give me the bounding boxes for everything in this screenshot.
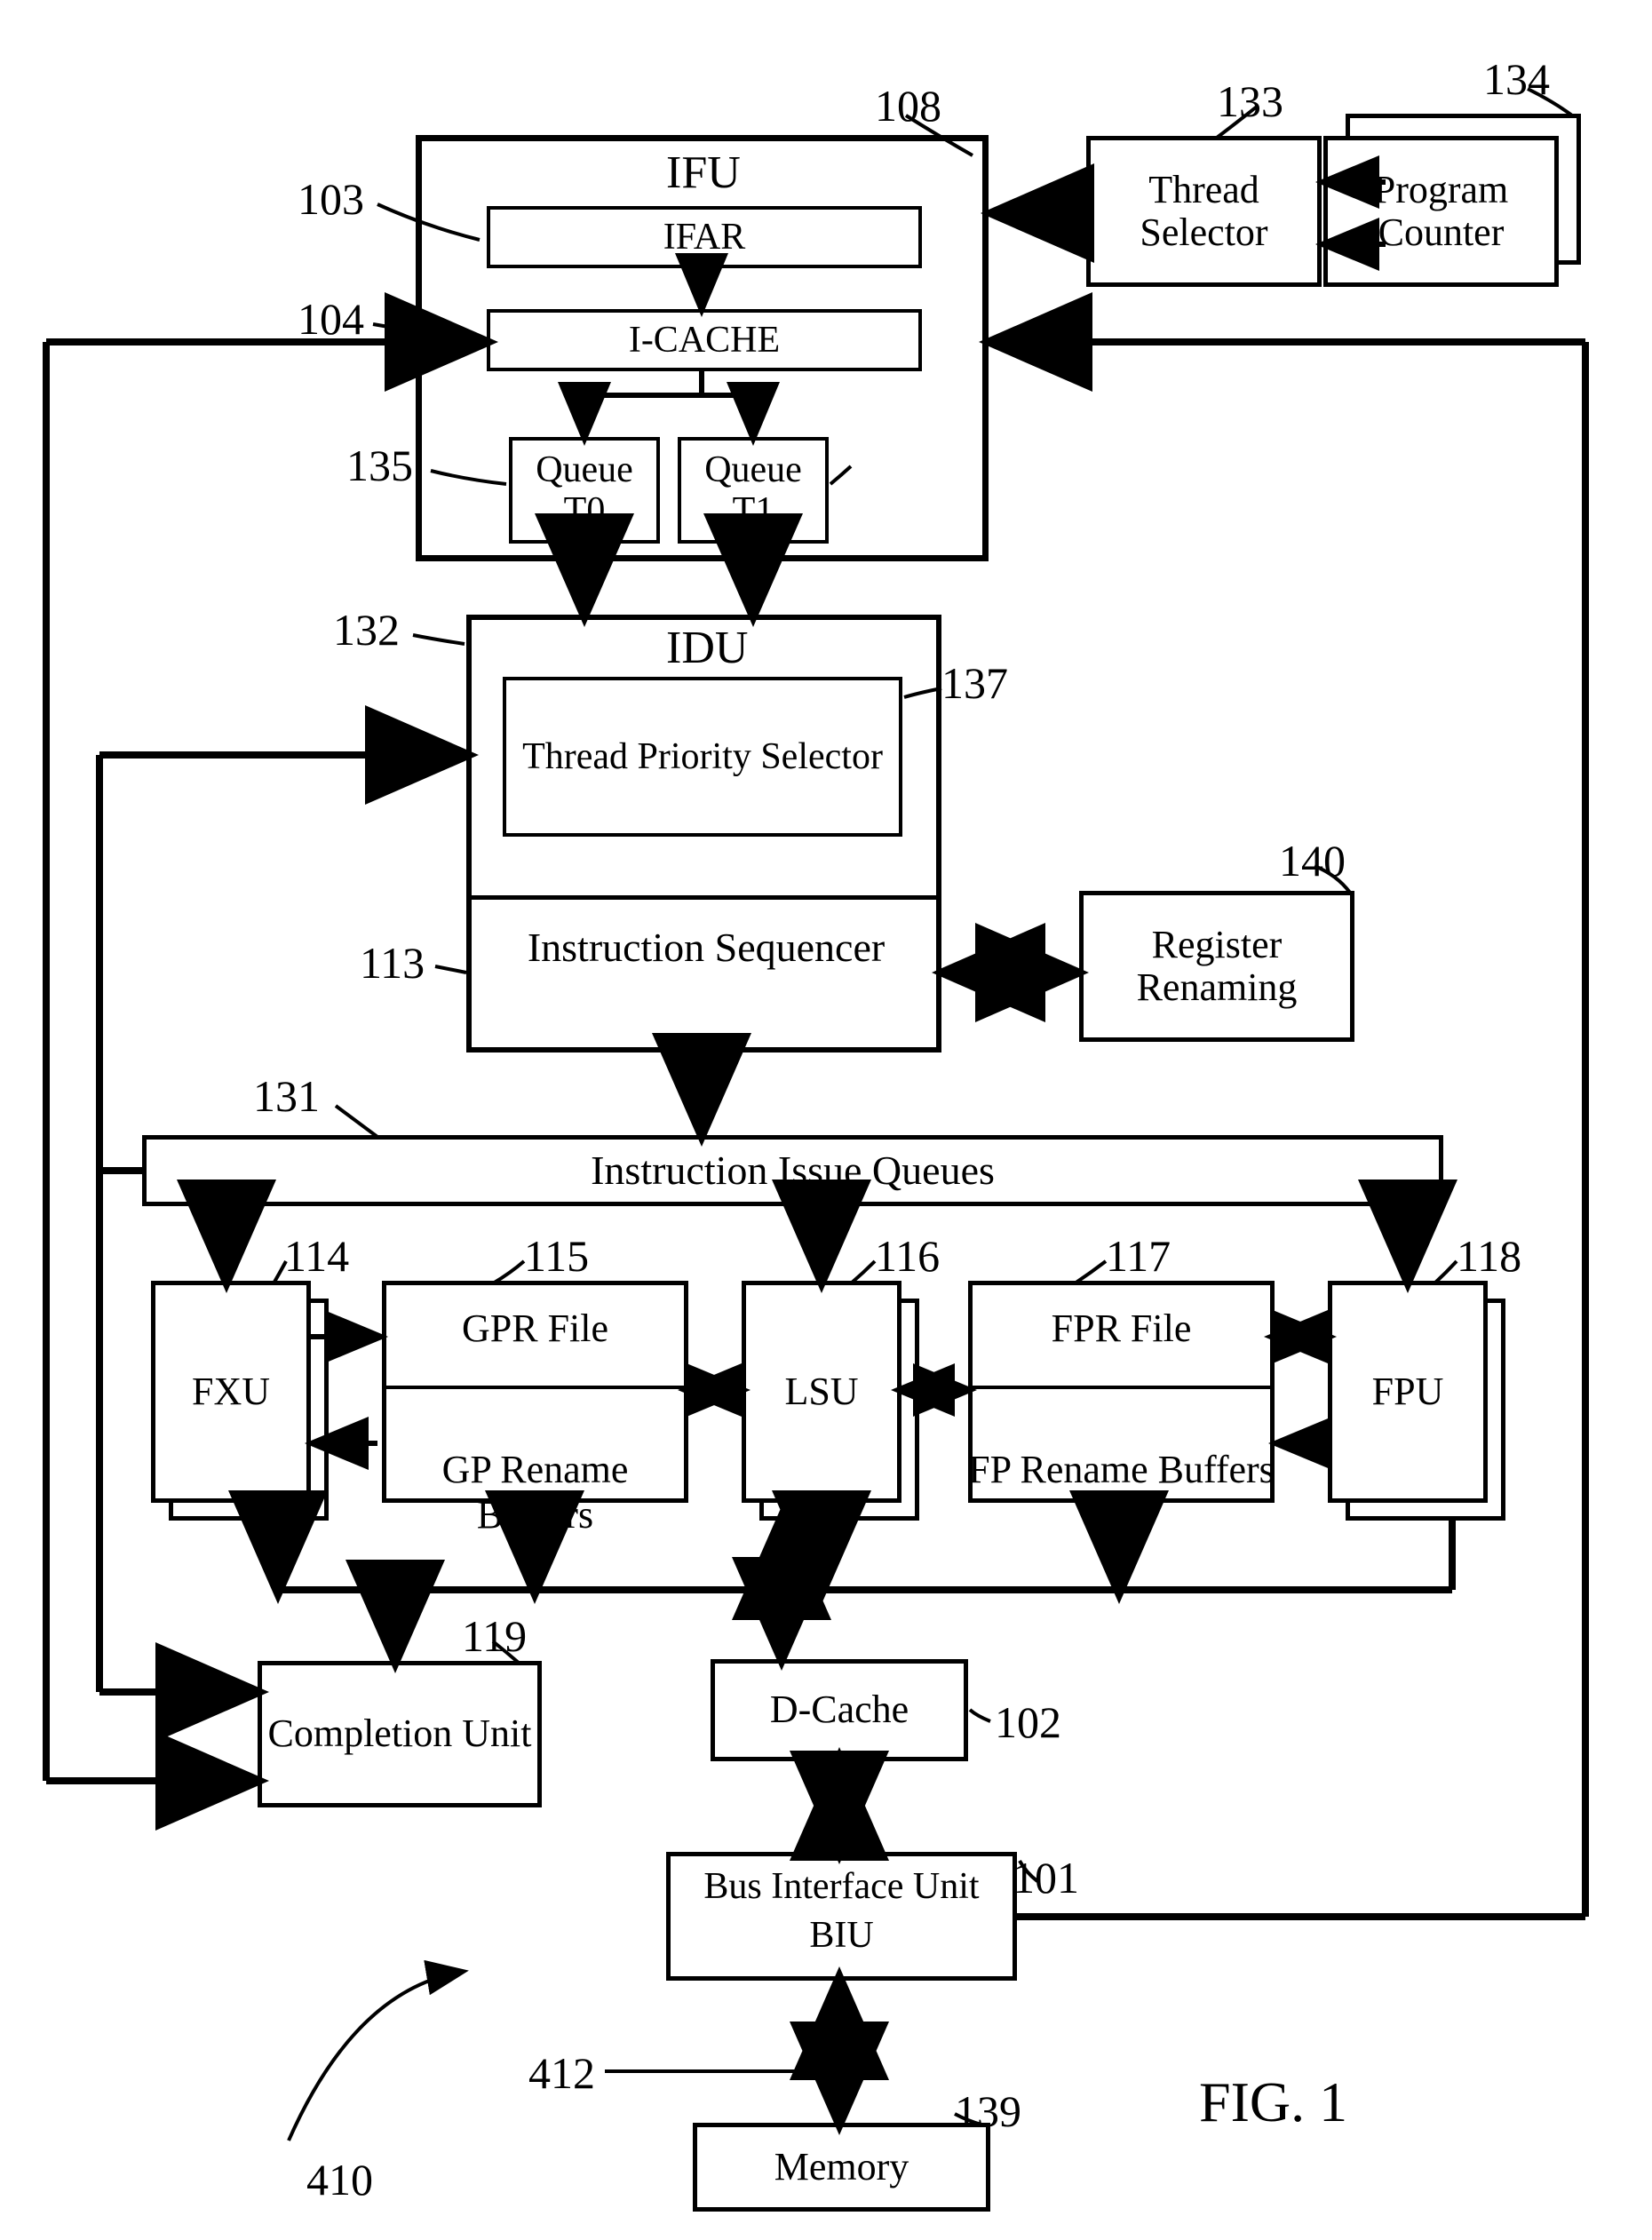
arrows-svg [0, 0, 1652, 2240]
